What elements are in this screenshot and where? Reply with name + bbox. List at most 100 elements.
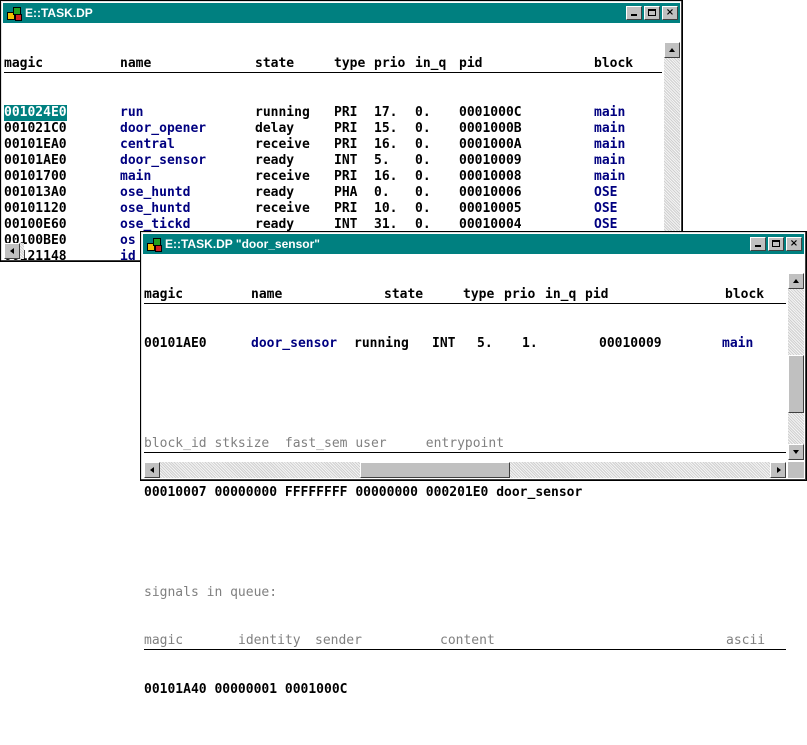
task-pid: 00010009: [599, 336, 662, 351]
cell-name: run: [120, 105, 144, 120]
task-in-q: 1.: [522, 336, 538, 351]
task-detail-titlebar[interactable]: E::TASK.DP "door_sensor" ×: [143, 234, 804, 254]
col-state[interactable]: state: [384, 287, 423, 303]
window-title: E::TASK.DP: [25, 6, 93, 20]
cell-magic: 00101AE0: [4, 153, 67, 168]
col-name[interactable]: name: [251, 287, 282, 303]
scroll-left-button[interactable]: [4, 243, 20, 259]
table-row[interactable]: 00101120 ose_huntd receive PRI 10. 0. 00010005…: [4, 201, 662, 217]
table-row[interactable]: 00101EA0 central receive PRI 16. 0. 0001000A ma…: [4, 137, 662, 153]
window-title: E::TASK.DP "door_sensor": [165, 237, 320, 251]
scroll-right-button[interactable]: [770, 462, 786, 478]
table-row[interactable]: 00101AE0 door_sensor ready INT 5. 0. 00010009 m…: [4, 153, 662, 169]
cell-magic: 001013A0: [4, 185, 67, 200]
cell-name: door_sensor: [120, 153, 207, 168]
col-in-q[interactable]: in_q: [415, 56, 446, 72]
col-pid[interactable]: pid: [585, 287, 608, 303]
hscroll-thumb[interactable]: [360, 462, 510, 478]
cell-type: PRI: [334, 137, 358, 152]
cell-pid: 0001000B: [459, 121, 522, 136]
cell-in-q: 0.: [415, 121, 431, 136]
col-type[interactable]: type: [334, 56, 365, 72]
col-state[interactable]: state: [255, 56, 294, 72]
cell-type: PRI: [334, 169, 358, 184]
horizontal-scrollbar[interactable]: [144, 462, 786, 478]
table-row[interactable]: 001024E0 run running PRI 17. 0. 0001000C main: [4, 105, 662, 121]
task-list-window: E::TASK.DP × magic name state type prio …: [0, 0, 683, 264]
minimize-button[interactable]: [750, 237, 766, 251]
scroll-thumb[interactable]: [788, 355, 804, 413]
cell-prio: 15.: [374, 121, 398, 136]
task-name: door_sensor: [251, 336, 338, 351]
col-type[interactable]: type: [463, 287, 494, 303]
sig-col-identity: identity: [238, 633, 301, 648]
cell-magic: 00100E60: [4, 217, 67, 232]
cell-type: PRI: [334, 121, 358, 136]
cell-in-q: 0.: [415, 105, 431, 120]
signal-row[interactable]: 00101A40 00000001 0001000C: [144, 682, 786, 698]
table-header: magic name state type prio in_q pid bloc…: [4, 56, 662, 73]
scroll-up-button[interactable]: [664, 42, 680, 58]
table-row[interactable]: 001013A0 ose_huntd ready PHA 0. 0. 00010006 OSE: [4, 185, 662, 201]
cell-block: main: [594, 169, 626, 184]
vertical-scrollbar[interactable]: [664, 42, 680, 241]
cell-block: main: [594, 137, 626, 152]
task-detail-window: E::TASK.DP "door_sensor" × magic name st…: [140, 231, 807, 697]
sig-col-content: content: [440, 633, 495, 648]
app-icon[interactable]: [6, 6, 22, 21]
col-in-q[interactable]: in_q: [545, 287, 576, 303]
sig-col-magic: magic: [144, 633, 184, 648]
task-type: INT: [432, 336, 456, 351]
maximize-button[interactable]: [644, 6, 660, 20]
col-prio[interactable]: prio: [374, 56, 405, 72]
col-pid[interactable]: pid: [459, 56, 482, 72]
size-grip[interactable]: [788, 462, 804, 478]
cell-state: ready: [255, 153, 295, 168]
scroll-left-button[interactable]: [144, 462, 160, 478]
cell-block: OSE: [594, 201, 618, 216]
cell-in-q: 0.: [415, 201, 431, 216]
close-button[interactable]: ×: [662, 6, 678, 20]
task-magic: 00101AE0: [144, 336, 207, 351]
cell-magic: 00101700: [4, 169, 67, 184]
task-state: running: [354, 336, 409, 351]
cell-type: INT: [334, 153, 358, 168]
maximize-button[interactable]: [768, 237, 784, 251]
cell-pid: 0001000C: [459, 105, 522, 120]
scroll-up-button[interactable]: [788, 273, 804, 289]
close-button[interactable]: ×: [786, 237, 802, 251]
cell-pid: 00010008: [459, 169, 522, 184]
minimize-button[interactable]: [626, 6, 642, 20]
cell-block: main: [594, 105, 626, 120]
cell-name: main: [120, 169, 152, 184]
cell-prio: 17.: [374, 105, 398, 120]
col-block[interactable]: block: [594, 56, 633, 72]
cell-in-q: 0.: [415, 153, 431, 168]
cell-pid: 00010005: [459, 201, 522, 216]
cell-magic: 001021C0: [4, 121, 67, 136]
cell-name: id: [120, 249, 136, 264]
col-name[interactable]: name: [120, 56, 151, 72]
vertical-scrollbar[interactable]: [788, 273, 804, 460]
cell-prio: 5.: [374, 153, 390, 168]
table-row[interactable]: 00101700 main receive PRI 16. 0. 00010008 main: [4, 169, 662, 185]
col-block[interactable]: block: [725, 287, 764, 303]
task-detail: magic name state type prio in_q pid bloc…: [144, 255, 786, 697]
col-prio[interactable]: prio: [504, 287, 535, 303]
task-block: main: [722, 336, 754, 351]
cell-type: PRI: [334, 105, 358, 120]
task-prio: 5.: [477, 336, 493, 351]
app-icon[interactable]: [146, 237, 162, 252]
detail-header: block_id stksize fast_sem user entrypoin…: [144, 436, 786, 453]
cell-state: receive: [255, 137, 310, 152]
task-row[interactable]: 00101AE0 door_sensor running INT 5. 1. 0…: [144, 336, 786, 352]
horizontal-scrollbar[interactable]: [4, 243, 24, 259]
cell-type: PHA: [334, 185, 358, 200]
table-row[interactable]: 001021C0 door_opener delay PRI 15. 0. 0001000B…: [4, 121, 662, 137]
signals-label: signals in queue:: [144, 585, 278, 600]
col-magic[interactable]: magic: [4, 56, 43, 72]
task-list-titlebar[interactable]: E::TASK.DP ×: [3, 3, 680, 23]
scroll-down-button[interactable]: [788, 444, 804, 460]
col-magic[interactable]: magic: [144, 287, 183, 303]
